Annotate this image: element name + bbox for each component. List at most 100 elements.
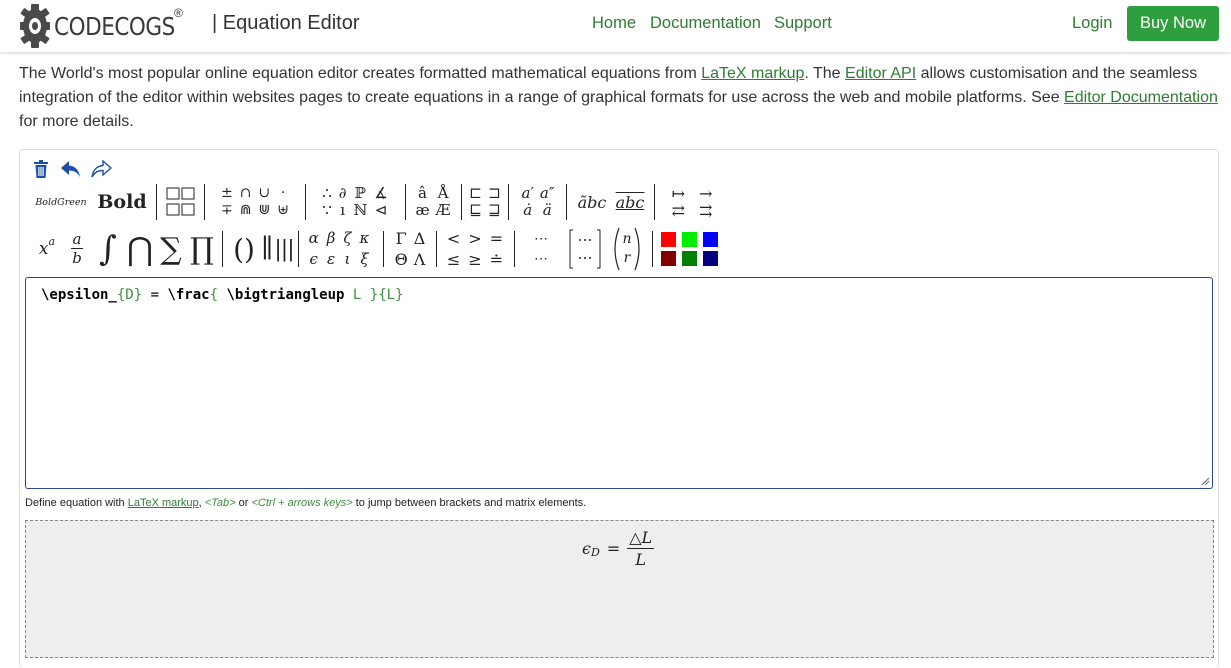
symbol[interactable]: ζ [343,230,351,247]
symbol[interactable]: α [309,230,319,247]
overline-underline-button[interactable]: abc [614,182,646,222]
hint-latex-link[interactable]: LaTeX markup [128,497,199,509]
symbol[interactable]: ξ [360,251,370,268]
symbol[interactable]: ∴ [322,185,332,202]
parentheses-button[interactable]: () [229,226,259,272]
trash-icon[interactable] [28,158,54,180]
codecogs-logo[interactable]: CODECOGS [20,2,195,50]
symbol[interactable]: ϵ [309,251,319,268]
operators-group[interactable]: ± ∩ ∪ · ∓ ⋒ ⋓ ⊎ [212,182,298,222]
toolbar-divider [222,231,223,267]
symbol[interactable]: ⊐ [488,185,501,202]
symbol[interactable]: < [447,230,460,247]
symbol[interactable]: Λ [414,251,426,268]
dots-button[interactable]: ⋯ ⋯ [526,226,556,272]
symbol[interactable]: ⋒ [240,202,252,219]
nav-login-link[interactable]: Login [1072,14,1112,33]
symbol[interactable]: Γ [395,230,408,247]
widetilde-button[interactable]: ãbc [574,182,610,222]
symbol[interactable]: æ [415,202,429,219]
color-swatch[interactable] [660,232,676,247]
symbol[interactable]: κ [360,230,370,247]
sum-button[interactable]: ∑ [156,226,186,272]
symbol[interactable]: ä [540,202,555,219]
symbol[interactable]: → [699,185,712,202]
bold-green-button[interactable]: BoldGreen [32,182,90,222]
symbol[interactable]: ∡ [374,185,387,202]
symbol[interactable]: ι [343,251,351,268]
greek-uppercase-group[interactable]: ΓΔ ΘΛ [389,226,431,272]
symbol[interactable]: ȧ [522,202,534,219]
accents-group[interactable]: âÅ æÆ [411,182,455,222]
product-button[interactable]: ∏ [188,226,216,272]
symbol[interactable]: Δ [414,230,426,247]
color-swatch[interactable] [702,251,718,266]
resize-handle-icon[interactable] [1201,477,1210,486]
superscript-button[interactable]: xa [34,226,60,272]
logic-symbols-group[interactable]: ∴ ∂ ℙ ∡ ∵ ı ℕ ⊲ [311,182,399,222]
integral-button[interactable]: ∫ [96,226,120,272]
symbol[interactable]: â [415,185,429,202]
nav-support-link[interactable]: Support [774,14,832,33]
color-swatch[interactable] [660,251,676,266]
undo-icon[interactable] [58,158,84,180]
symbol[interactable]: ≥ [468,251,481,268]
symbol[interactable]: a″ [540,185,555,202]
symbol[interactable]: a′ [522,185,534,202]
intro-paragraph: The World's most popular online equation… [19,62,1219,134]
nav-home-link[interactable]: Home [592,14,636,33]
symbol[interactable]: ℙ [354,185,368,202]
latex-markup-link[interactable]: LaTeX markup [701,65,804,82]
symbol[interactable]: ⊏ [469,185,482,202]
greek-lowercase-group[interactable]: αβζκ ϵειξ [302,226,376,272]
editor-api-link[interactable]: Editor API [845,65,916,82]
symbol[interactable]: Æ [436,202,451,219]
symbol[interactable]: · [277,185,289,202]
matrix-button[interactable] [566,226,604,272]
subsets-group[interactable]: ⊏ ⊐ ⊑ ⊒ [467,182,503,222]
triple-bar-button[interactable]: ||| [274,226,294,272]
norm-button[interactable]: ∥ [261,226,273,272]
symbol[interactable]: ∵ [322,202,332,219]
color-swatch[interactable] [681,251,697,266]
binomial-button[interactable]: n r [610,226,644,272]
symbol[interactable]: ∩ [240,185,252,202]
symbol[interactable]: ∓ [221,202,233,219]
symbol[interactable]: ≤ [447,251,460,268]
symbol[interactable]: Θ [395,251,408,268]
relations-group[interactable]: < > = ≤ ≥ ≐ [442,226,508,272]
symbol[interactable]: β [327,230,336,247]
symbol[interactable]: ⊲ [374,202,388,219]
bigcap-button[interactable]: ⋂ [126,226,154,272]
symbol[interactable]: ↦ [672,185,685,202]
symbol[interactable]: ⋓ [259,202,271,219]
latex-token: = [142,287,168,303]
symbol[interactable]: ℕ [354,202,368,219]
color-swatch[interactable] [681,232,697,247]
color-swatch[interactable] [702,232,718,247]
editor-documentation-link[interactable]: Editor Documentation [1064,89,1218,106]
box-layout-button[interactable] [164,182,198,222]
symbol[interactable]: ı [339,202,347,219]
symbol[interactable]: Å [436,185,451,202]
symbol[interactable]: ± [221,185,233,202]
fraction-button[interactable]: a b [66,226,88,272]
symbol[interactable]: ⇉ [699,202,712,219]
symbol[interactable]: ⇄ [672,202,685,219]
latex-input[interactable]: \epsilon_{D} = \frac{ \bigtriangleup L }… [25,277,1213,489]
primes-group[interactable]: a′ a″ ȧä [514,182,562,222]
symbol[interactable]: = [490,230,503,247]
symbol[interactable]: ∪ [259,185,271,202]
symbol[interactable]: > [468,230,481,247]
symbol[interactable]: ε [327,251,336,268]
nav-documentation-link[interactable]: Documentation [650,14,761,33]
symbol[interactable]: ⊒ [488,202,501,219]
symbol[interactable]: ∂ [339,185,347,202]
buy-now-button[interactable]: Buy Now [1127,6,1219,41]
symbol[interactable]: ⊎ [277,202,289,219]
bold-button[interactable]: Bold [97,182,146,222]
redo-icon[interactable] [88,158,114,180]
symbol[interactable]: ⊑ [469,202,482,219]
symbol[interactable]: ≐ [490,251,503,268]
arrows-group[interactable]: ↦ → ⇄ ⇉ [662,182,722,222]
